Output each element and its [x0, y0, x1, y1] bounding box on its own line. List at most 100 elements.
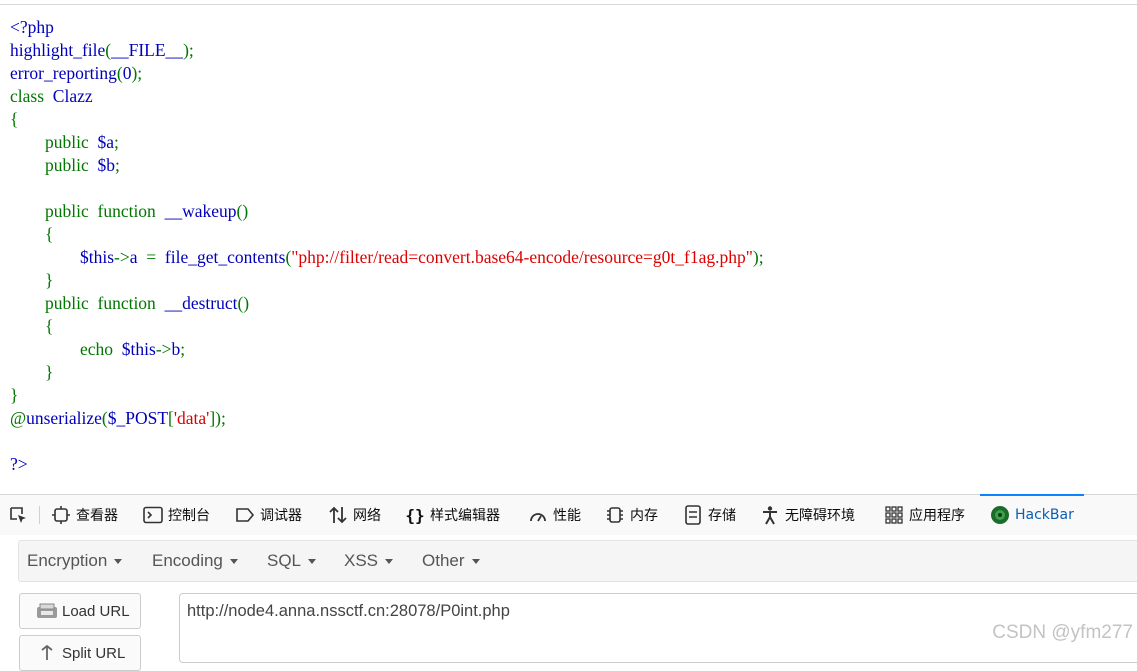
menu-encoding[interactable]: Encoding — [152, 541, 238, 581]
split-url-button[interactable]: Split URL — [19, 635, 141, 671]
code-token: __wakeup — [164, 201, 237, 221]
code-token: ); — [183, 40, 194, 60]
code-line: { — [10, 108, 764, 131]
console-icon — [143, 505, 163, 525]
code-line: highlight_file(__FILE__); — [10, 39, 764, 62]
code-line: public function __wakeup() — [10, 200, 764, 223]
code-token: -> — [114, 247, 130, 267]
tab-label: 调试器 — [260, 508, 302, 524]
tab-hackbar[interactable]: HackBar — [980, 494, 1084, 535]
hackbar-menu: Encryption Encoding SQL XSS Other — [18, 540, 1137, 582]
tab-label: 无障碍环境 — [785, 508, 855, 524]
tab-performance[interactable]: 性能 — [528, 495, 581, 535]
code-token: @ — [10, 408, 27, 428]
code-token: b — [171, 339, 181, 359]
code-token: echo — [10, 339, 122, 359]
menu-label: Other — [422, 551, 465, 570]
hackbar-panel: Encryption Encoding SQL XSS Other Load U… — [0, 535, 1137, 671]
code-token: highlight_file — [10, 40, 106, 60]
storage-icon — [683, 505, 703, 525]
tab-accessibility[interactable]: 无障碍环境 — [760, 495, 855, 535]
menu-label: Encoding — [152, 551, 223, 570]
tab-application[interactable]: 应用程序 — [884, 495, 965, 535]
code-token: } — [10, 385, 19, 405]
caret-down-icon — [229, 558, 238, 564]
code-token: "php://filter/read=convert.base64-encode… — [291, 247, 753, 267]
tab-label: HackBar — [1015, 507, 1074, 523]
code-line: error_reporting(0); — [10, 62, 764, 85]
tab-network[interactable]: 网络 — [328, 495, 381, 535]
code-token: () — [236, 201, 249, 221]
code-token: $a — [97, 132, 115, 152]
tab-label: 性能 — [553, 508, 581, 524]
menu-xss[interactable]: XSS — [344, 541, 394, 581]
code-token: __FILE__ — [111, 40, 184, 60]
code-line: $this->a = file_get_contents("php://filt… — [10, 246, 764, 269]
code-token: ); — [131, 63, 143, 83]
code-token: ]); — [209, 408, 226, 428]
tab-label: 网络 — [353, 508, 381, 524]
code-line: echo $this->b; — [10, 338, 764, 361]
code-line: public function __destruct() — [10, 292, 764, 315]
php-source-code: <?php highlight_file(__FILE__); error_repo… — [10, 16, 764, 476]
page-top-border — [0, 4, 1137, 5]
tab-debugger[interactable]: 调试器 — [235, 495, 302, 535]
memory-icon — [605, 505, 625, 525]
code-token: ?> — [10, 454, 28, 474]
code-token: $_POST — [107, 408, 169, 428]
tab-style-editor[interactable]: {} 样式编辑器 — [405, 495, 500, 535]
code-token: public function — [10, 293, 165, 313]
code-token: { — [10, 109, 19, 129]
code-token: file_get_contents — [164, 247, 286, 267]
code-token: { — [10, 316, 54, 336]
tab-inspector[interactable]: 查看器 — [51, 495, 118, 535]
code-token: a — [129, 247, 147, 267]
caret-down-icon — [308, 558, 317, 564]
code-token: <?php — [10, 17, 54, 37]
split-url-label: Split URL — [62, 644, 126, 662]
code-token: $this — [121, 339, 156, 359]
code-token: error_reporting — [10, 63, 117, 83]
code-token: } — [10, 270, 54, 290]
element-picker-button[interactable] — [8, 495, 33, 535]
caret-down-icon — [114, 558, 123, 564]
code-token: public function — [10, 201, 165, 221]
menu-sql[interactable]: SQL — [267, 541, 317, 581]
menu-other[interactable]: Other — [422, 541, 480, 581]
tab-storage[interactable]: 存储 — [683, 495, 736, 535]
code-line: ?> — [10, 453, 764, 476]
load-url-button[interactable]: Load URL — [19, 593, 141, 629]
code-token: $b — [97, 155, 116, 175]
tab-label: 内存 — [630, 508, 658, 524]
tab-console[interactable]: 控制台 — [143, 495, 210, 535]
style-editor-icon: {} — [405, 505, 425, 525]
menu-label: XSS — [344, 551, 379, 570]
code-token: Clazz — [52, 86, 93, 106]
code-token: { — [10, 224, 54, 244]
code-token: public — [10, 155, 98, 175]
caret-down-icon — [471, 558, 480, 564]
code-line: { — [10, 223, 764, 246]
code-token: = — [146, 247, 165, 267]
menu-label: SQL — [267, 551, 302, 570]
menu-encryption[interactable]: Encryption — [27, 541, 123, 581]
code-token: $this — [80, 247, 115, 267]
devtools-toolbar: 查看器 控制台 调试器 网络 {} 样式编辑器 性能 内存 存储 无障碍环境 应… — [0, 494, 1137, 536]
hackbar-icon — [990, 505, 1010, 525]
tab-label: 控制台 — [168, 508, 210, 524]
debugger-icon — [235, 505, 255, 525]
tab-memory[interactable]: 内存 — [605, 495, 658, 535]
code-line: public $b; — [10, 154, 764, 177]
menu-label: Encryption — [27, 551, 108, 570]
tab-label: 样式编辑器 — [430, 508, 500, 524]
code-token: public — [10, 132, 98, 152]
code-line: class Clazz — [10, 85, 764, 108]
load-url-icon — [36, 602, 58, 620]
code-token: () — [237, 293, 250, 313]
element-picker-icon — [8, 505, 28, 525]
toolbar-separator — [39, 506, 40, 524]
performance-icon — [528, 505, 548, 525]
code-line: } — [10, 269, 764, 292]
